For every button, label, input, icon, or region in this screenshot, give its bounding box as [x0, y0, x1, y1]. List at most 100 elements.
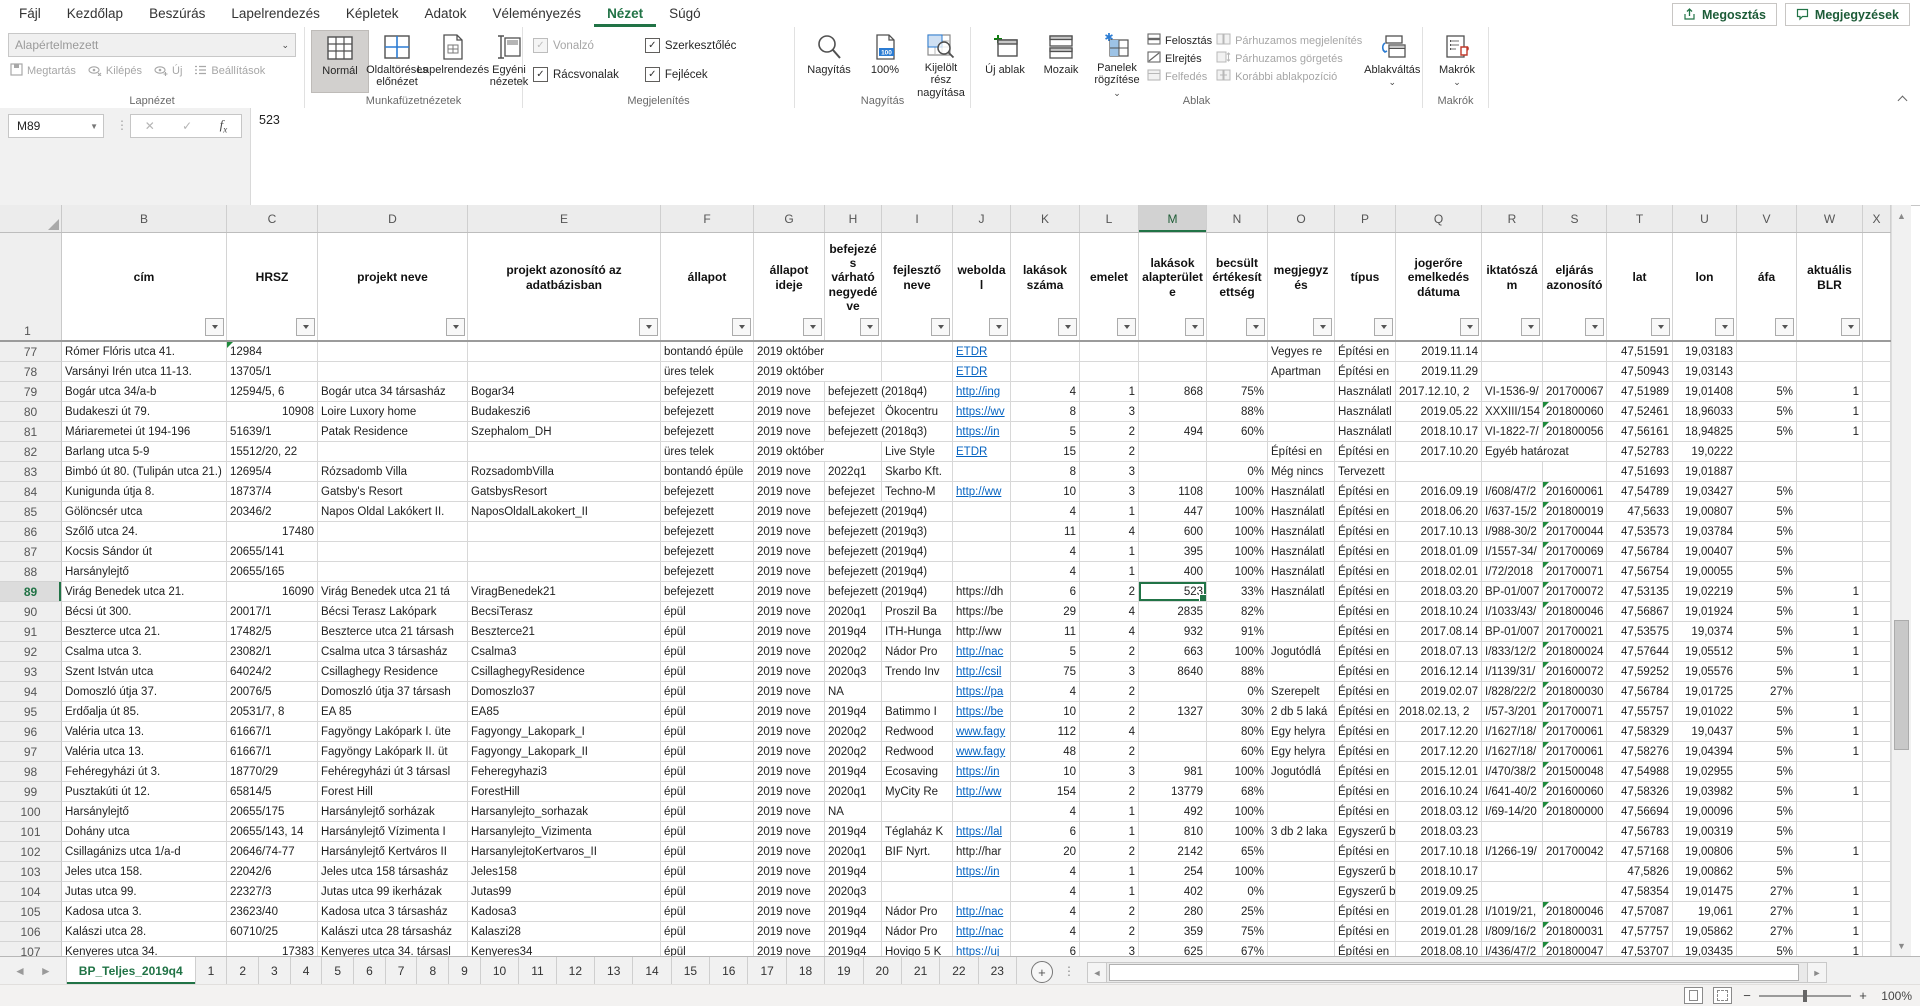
cell-R97[interactable]: I/1627/18/ [1482, 742, 1543, 762]
cell-W78[interactable] [1797, 362, 1863, 382]
cell-C78[interactable]: 13705/1 [227, 362, 318, 382]
row-header-93[interactable]: 93 [0, 662, 62, 682]
cell-Q88[interactable]: 2018.02.01 [1396, 562, 1482, 582]
cell-X87[interactable] [1863, 542, 1891, 562]
zoom-slider-thumb[interactable] [1803, 990, 1807, 1002]
cell-V87[interactable]: 5% [1737, 542, 1797, 562]
row-header-95[interactable]: 95 [0, 702, 62, 722]
cell-N88[interactable]: 100% [1207, 562, 1268, 582]
column-header-R[interactable]: R [1482, 205, 1543, 232]
cell-D92[interactable]: Csalma utca 3 társasház [318, 642, 468, 662]
cell-K79[interactable]: 4 [1011, 382, 1080, 402]
cell-X107[interactable] [1863, 942, 1891, 956]
cell-G89[interactable]: 2019 nove [754, 582, 825, 602]
collapse-ribbon-icon[interactable] [1898, 94, 1908, 104]
cell-W87[interactable] [1797, 542, 1863, 562]
cell-Q83[interactable] [1396, 462, 1482, 482]
cell-I107[interactable]: Hovigo 5 K [882, 942, 953, 956]
column-header-O[interactable]: O [1268, 205, 1335, 232]
cell-M85[interactable]: 447 [1139, 502, 1207, 522]
cell-O79[interactable] [1268, 382, 1335, 402]
cell-K80[interactable]: 8 [1011, 402, 1080, 422]
cell-R92[interactable]: I/833/12/2 [1482, 642, 1543, 662]
cell-Q85[interactable]: 2018.06.20 [1396, 502, 1482, 522]
cell-S101[interactable] [1543, 822, 1607, 842]
cell-G80[interactable]: 2019 nove [754, 402, 825, 422]
cell-N78[interactable] [1207, 362, 1268, 382]
ribbon-tab-fájl[interactable]: Fájl [6, 1, 54, 27]
cell-S95[interactable]: 201700071 [1543, 702, 1607, 722]
cell-L92[interactable]: 2 [1080, 642, 1139, 662]
cell-N89[interactable]: 33% [1207, 582, 1268, 602]
exit-sheet-view-button[interactable]: Kilépés [88, 63, 142, 79]
cell-Q78[interactable]: 2019.11.29 [1396, 362, 1482, 382]
cell-J86[interactable] [953, 522, 1011, 542]
cell-K78[interactable] [1011, 362, 1080, 382]
row-header-82[interactable]: 82 [0, 442, 62, 462]
cell-K83[interactable]: 8 [1011, 462, 1080, 482]
cell-N93[interactable]: 88% [1207, 662, 1268, 682]
sheet-nav-right-icon[interactable]: ► [40, 964, 52, 978]
cell-R87[interactable]: I/1557-34/ [1482, 542, 1543, 562]
cell-G103[interactable]: 2019 nove [754, 862, 825, 882]
cell-W90[interactable]: 1 [1797, 602, 1863, 622]
cell-L81[interactable]: 2 [1080, 422, 1139, 442]
cell-G79[interactable]: 2019 nove [754, 382, 825, 402]
cell-U86[interactable]: 19,03784 [1673, 522, 1737, 542]
cell-P80[interactable]: Használatl [1335, 402, 1396, 422]
cell-F104[interactable]: épül [661, 882, 754, 902]
cell-D103[interactable]: Jeles utca 158 társasház [318, 862, 468, 882]
cell-R94[interactable]: I/828/22/2 [1482, 682, 1543, 702]
row-header-97[interactable]: 97 [0, 742, 62, 762]
status-page-layout-button[interactable] [1684, 987, 1703, 1004]
cell-C87[interactable]: 20655/141 [227, 542, 318, 562]
cell-M101[interactable]: 810 [1139, 822, 1207, 842]
column-header-U[interactable]: U [1673, 205, 1737, 232]
cell-S83[interactable] [1543, 462, 1607, 482]
cell-G107[interactable]: 2019 nove [754, 942, 825, 956]
cell-K90[interactable]: 29 [1011, 602, 1080, 622]
cell-F101[interactable]: épül [661, 822, 754, 842]
cell-J100[interactable] [953, 802, 1011, 822]
cell-X86[interactable] [1863, 522, 1891, 542]
cell-O102[interactable] [1268, 842, 1335, 862]
vertical-scrollbar-thumb[interactable] [1894, 620, 1909, 750]
filter-button-F[interactable] [732, 318, 751, 336]
cell-G92[interactable]: 2019 nove [754, 642, 825, 662]
switch-windows-button[interactable]: Ablakváltás⌄ [1364, 30, 1420, 93]
cell-K87[interactable]: 4 [1011, 542, 1080, 562]
cell-M92[interactable]: 663 [1139, 642, 1207, 662]
cell-M102[interactable]: 2142 [1139, 842, 1207, 862]
cell-H98[interactable]: 2019q4 [825, 762, 882, 782]
cell-H103[interactable]: 2019q4 [825, 862, 882, 882]
cell-U103[interactable]: 19,00862 [1673, 862, 1737, 882]
column-header-L[interactable]: L [1080, 205, 1139, 232]
cell-M81[interactable]: 494 [1139, 422, 1207, 442]
cell-R103[interactable] [1482, 862, 1543, 882]
cell-C100[interactable]: 20655/175 [227, 802, 318, 822]
row-header-92[interactable]: 92 [0, 642, 62, 662]
cell-F99[interactable]: épül [661, 782, 754, 802]
header-cell-V[interactable]: áfa [1737, 233, 1797, 340]
row-header-103[interactable]: 103 [0, 862, 62, 882]
cell-Q82[interactable]: 2017.10.20 [1396, 442, 1482, 462]
cell-L96[interactable]: 4 [1080, 722, 1139, 742]
cell-C82[interactable]: 15512/20, 22 [227, 442, 318, 462]
new-window-button[interactable]: Új ablak [977, 30, 1033, 93]
cell-D96[interactable]: Fagyöngy Lakópark I. üte [318, 722, 468, 742]
row-header-101[interactable]: 101 [0, 822, 62, 842]
cell-V85[interactable]: 5% [1737, 502, 1797, 522]
cell-Q80[interactable]: 2019.05.22 [1396, 402, 1482, 422]
cell-N104[interactable]: 0% [1207, 882, 1268, 902]
status-page-break-button[interactable] [1713, 987, 1732, 1004]
cell-D77[interactable] [318, 342, 468, 362]
cell-O88[interactable]: Használatl [1268, 562, 1335, 582]
header-cell-X[interactable] [1863, 233, 1891, 340]
reset-window-position-button[interactable]: Korábbi ablakpozíció [1216, 69, 1362, 84]
cell-H97[interactable]: 2020q2 [825, 742, 882, 762]
cell-Q97[interactable]: 2017.12.20 [1396, 742, 1482, 762]
row-header-107[interactable]: 107 [0, 942, 62, 956]
cell-P93[interactable]: Építési en [1335, 662, 1396, 682]
cell-X90[interactable] [1863, 602, 1891, 622]
cell-P89[interactable]: Építési en [1335, 582, 1396, 602]
